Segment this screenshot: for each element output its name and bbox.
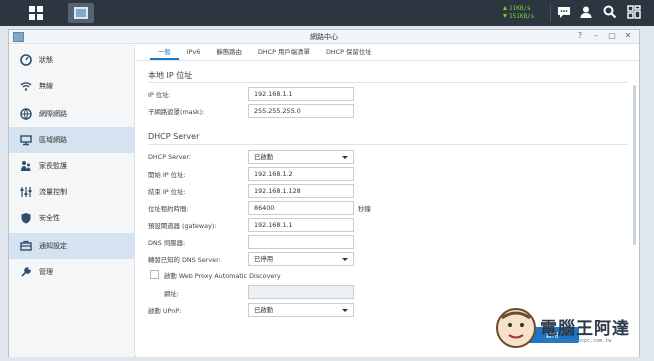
watermark-mascot-icon bbox=[496, 308, 536, 348]
tab-static-route[interactable]: 靜態路由 bbox=[208, 45, 250, 60]
window-titlebar[interactable]: 網路中心 ? – □ ✕ bbox=[9, 30, 639, 44]
sidebar-item-label: 家長監護 bbox=[39, 162, 67, 170]
traffic-control-icon bbox=[19, 185, 33, 199]
tab-dhcp-client-list[interactable]: DHCP 用戶端清單 bbox=[250, 45, 318, 60]
tabs-divider bbox=[136, 60, 639, 61]
download-speed: 151KB/s bbox=[509, 13, 535, 20]
watermark-url: http://www.kocpc.com.tw bbox=[542, 338, 612, 344]
lease-time-unit: 秒鐘 bbox=[358, 205, 371, 213]
tab-ipv6[interactable]: IPv6 bbox=[179, 45, 209, 60]
sidebar-item-label: 區域網路 bbox=[39, 136, 67, 144]
forward-dns-label: 轉發已知的 DNS Server: bbox=[148, 256, 221, 264]
user-icon[interactable] bbox=[578, 5, 594, 21]
sidebar-item-wireless[interactable]: 無線 bbox=[9, 73, 135, 99]
notification-icon bbox=[19, 239, 33, 253]
sidebar: 狀態 無線 網際網路 區域網路 家長監護 流量控制 安全性 通知設定 管理 bbox=[9, 45, 135, 357]
sidebar-item-label: 狀態 bbox=[39, 56, 53, 64]
close-button[interactable]: ✕ bbox=[623, 31, 633, 40]
ip-address-field[interactable]: 192.168.1.1 bbox=[248, 87, 354, 101]
dhcp-server-select[interactable]: 已啟動 bbox=[248, 150, 354, 164]
watermark-text: 電腦王阿達 bbox=[540, 319, 630, 339]
tab-bar: 一般 IPv6 靜態路由 DHCP 用戶端清單 DHCP 保留位址 bbox=[150, 45, 380, 60]
section-divider bbox=[148, 82, 628, 83]
minimize-button[interactable]: – bbox=[591, 31, 601, 40]
start-ip-field[interactable]: 192.168.1.2 bbox=[248, 167, 354, 181]
widgets-icon[interactable] bbox=[626, 5, 642, 21]
gateway-label: 預設閘道器 (gateway): bbox=[148, 222, 217, 230]
end-ip-label: 結束 IP 位址: bbox=[148, 188, 186, 196]
sidebar-item-management[interactable]: 管理 bbox=[9, 259, 135, 285]
sidebar-item-label: 流量控制 bbox=[39, 188, 67, 196]
sidebar-item-label: 網際網路 bbox=[39, 110, 67, 118]
tab-dhcp-reservation[interactable]: DHCP 保留位址 bbox=[318, 45, 380, 60]
lease-time-field[interactable]: 86400 bbox=[248, 201, 354, 215]
sidebar-item-label: 通知設定 bbox=[39, 242, 67, 250]
subnet-mask-field[interactable]: 255.255.255.0 bbox=[248, 104, 354, 118]
search-icon[interactable] bbox=[602, 5, 618, 21]
upnp-label: 啟動 UPnP: bbox=[148, 307, 182, 315]
url-field[interactable] bbox=[248, 285, 354, 299]
sidebar-item-status[interactable]: 狀態 bbox=[9, 47, 135, 73]
upload-speed: 11KB/s bbox=[509, 5, 531, 12]
gateway-field[interactable]: 192.168.1.1 bbox=[248, 218, 354, 232]
dns-server-field[interactable] bbox=[248, 235, 354, 249]
end-ip-field[interactable]: 192.168.1.128 bbox=[248, 184, 354, 198]
forward-dns-select[interactable]: 已停用 bbox=[248, 252, 354, 266]
maximize-button[interactable]: □ bbox=[607, 31, 617, 40]
download-arrow-icon bbox=[503, 14, 507, 18]
chat-icon[interactable] bbox=[556, 5, 572, 21]
dns-server-label: DNS 伺服器: bbox=[148, 239, 186, 247]
help-button[interactable]: ? bbox=[575, 31, 585, 40]
status-icon bbox=[19, 53, 33, 67]
apps-grid-icon[interactable] bbox=[29, 6, 43, 20]
network-center-app-icon[interactable] bbox=[68, 3, 94, 23]
vertical-scrollbar[interactable] bbox=[633, 85, 636, 245]
section-divider bbox=[148, 144, 628, 145]
management-icon bbox=[19, 265, 33, 279]
network-speed-widget: 11KB/s 151KB/s bbox=[500, 5, 550, 21]
wpad-checkbox[interactable] bbox=[150, 270, 159, 279]
dhcp-server-label: DHCP Server: bbox=[148, 153, 192, 161]
internet-icon bbox=[19, 107, 33, 121]
sidebar-item-security[interactable]: 安全性 bbox=[9, 205, 135, 231]
sidebar-item-label: 安全性 bbox=[39, 214, 60, 222]
sidebar-item-traffic-control[interactable]: 流量控制 bbox=[9, 179, 135, 205]
upload-arrow-icon bbox=[503, 6, 507, 10]
subnet-mask-label: 子網路遮罩(mask): bbox=[148, 108, 205, 116]
url-label: 網址: bbox=[164, 290, 179, 298]
parental-control-icon bbox=[19, 159, 33, 173]
watermark: 電腦王阿達 http://www.kocpc.com.tw bbox=[496, 304, 646, 358]
sidebar-item-lan[interactable]: 區域網路 bbox=[9, 127, 135, 153]
security-icon bbox=[19, 211, 33, 225]
sidebar-item-label: 無線 bbox=[39, 82, 53, 90]
upnp-select[interactable]: 已啟動 bbox=[248, 303, 354, 317]
start-ip-label: 開始 IP 位址: bbox=[148, 171, 186, 179]
wifi-icon bbox=[19, 79, 33, 93]
lan-icon bbox=[19, 133, 33, 147]
sidebar-item-notification[interactable]: 通知設定 bbox=[9, 233, 135, 259]
tab-general[interactable]: 一般 bbox=[150, 45, 179, 60]
lease-time-label: 位址租約時間: bbox=[148, 205, 189, 213]
sidebar-item-internet[interactable]: 網際網路 bbox=[9, 101, 135, 127]
sidebar-item-label: 管理 bbox=[39, 268, 53, 276]
taskbar: 11KB/s 151KB/s bbox=[0, 0, 654, 26]
window-title: 網路中心 bbox=[310, 33, 338, 41]
local-ip-section-title: 本地 IP 位址 bbox=[148, 71, 193, 80]
sidebar-item-parental-control[interactable]: 家長監護 bbox=[9, 153, 135, 179]
wpad-label: 啟動 Web Proxy Automatic Discovery bbox=[164, 272, 281, 280]
ip-address-label: IP 位址: bbox=[148, 91, 171, 99]
taskbar-divider bbox=[550, 4, 551, 22]
dhcp-section-title: DHCP Server bbox=[148, 132, 200, 141]
